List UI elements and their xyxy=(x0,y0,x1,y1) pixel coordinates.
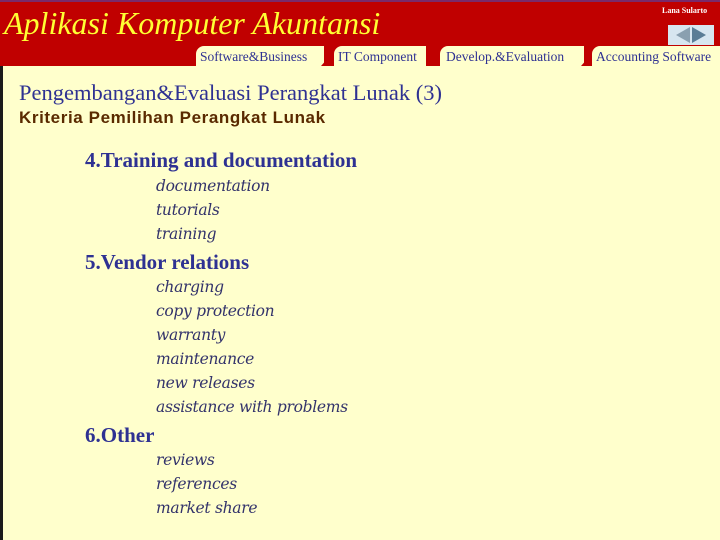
criterion-heading: 6.Other xyxy=(85,423,155,447)
tab-separator-icon xyxy=(321,58,335,66)
tab-it-component[interactable]: IT Component xyxy=(334,46,426,66)
tab-accounting-software[interactable]: Accounting Software xyxy=(592,46,720,66)
slide-navigation xyxy=(668,25,714,45)
tab-separator-icon xyxy=(426,58,440,66)
criterion-item: market share xyxy=(156,499,258,517)
author-name: Lana Sularto xyxy=(662,6,708,15)
criterion-item: charging xyxy=(156,278,224,296)
criterion-item: new releases xyxy=(156,374,255,392)
previous-arrow-icon[interactable] xyxy=(676,27,690,43)
criterion-item: training xyxy=(156,225,217,243)
criterion-item: references xyxy=(156,475,237,493)
content-frame xyxy=(0,66,720,540)
criterion-item: assistance with problems xyxy=(156,398,348,416)
criterion-item: reviews xyxy=(156,451,215,469)
tab-software-business[interactable]: Software&Business xyxy=(196,46,324,66)
next-arrow-icon[interactable] xyxy=(692,27,706,43)
criterion-item: maintenance xyxy=(156,350,255,368)
criterion-item: warranty xyxy=(156,326,226,344)
criterion-item: tutorials xyxy=(156,201,220,219)
criterion-item: documentation xyxy=(156,177,270,195)
tab-develop-evaluation[interactable]: Develop.&Evaluation xyxy=(440,46,584,66)
app-title: Aplikasi Komputer Akuntansi xyxy=(4,5,381,41)
page-subtitle: Kriteria Pemilihan Perangkat Lunak xyxy=(19,108,326,127)
criterion-heading: 5.Vendor relations xyxy=(85,250,250,274)
page-title: Pengembangan&Evaluasi Perangkat Lunak (3… xyxy=(19,80,442,105)
criterion-item: copy protection xyxy=(156,302,275,320)
criterion-heading: 4.Training and documentation xyxy=(85,148,358,172)
